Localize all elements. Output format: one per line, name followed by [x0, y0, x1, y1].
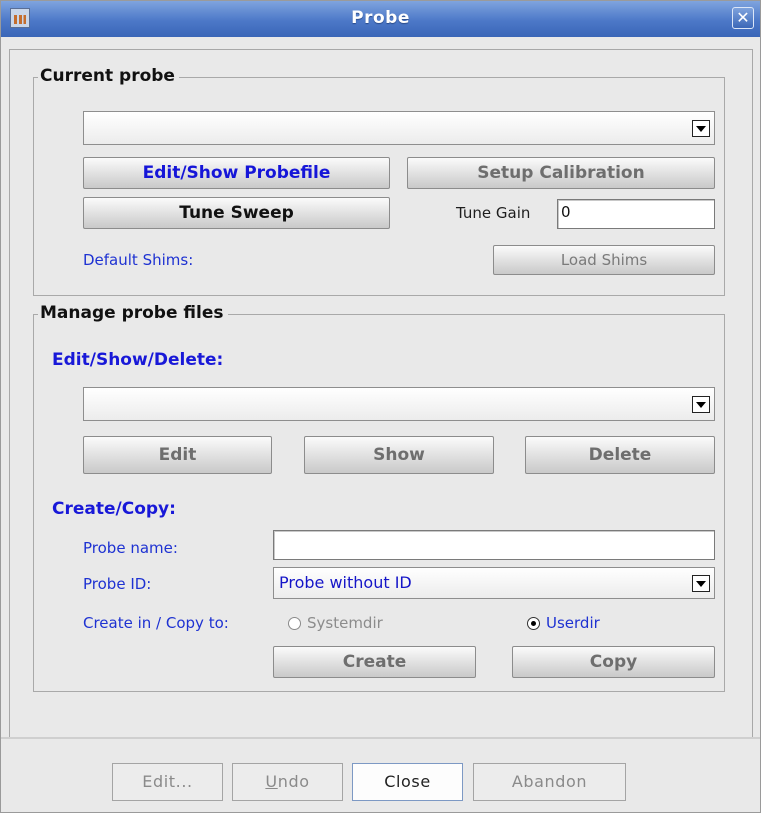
radio-icon [288, 616, 301, 630]
edit-show-delete-heading: Edit/Show/Delete: [52, 350, 224, 370]
chevron-down-icon[interactable] [692, 120, 710, 137]
probe-name-field[interactable] [273, 530, 715, 560]
probe-name-label: Probe name: [83, 539, 178, 557]
edit-button[interactable]: Edit [83, 436, 272, 474]
default-shims-label: Default Shims: [83, 251, 194, 269]
radio-label: Userdir [546, 614, 600, 632]
probe-file-select[interactable] [83, 387, 715, 421]
create-button[interactable]: Create [273, 646, 476, 678]
userdir-radio[interactable]: Userdir [527, 614, 600, 632]
current-probe-select[interactable] [83, 111, 715, 145]
create-copy-heading: Create/Copy: [52, 499, 176, 519]
edit-footer-button[interactable]: Edit... [112, 763, 223, 801]
tune-sweep-button[interactable]: Tune Sweep [83, 197, 390, 229]
load-shims-button[interactable]: Load Shims [493, 245, 715, 275]
edit-show-probefile-button[interactable]: Edit/Show Probefile [83, 157, 390, 189]
manage-probe-files-group: Manage probe files Edit/Show/Delete: Edi… [33, 303, 725, 692]
group-title: Manage probe files [38, 303, 228, 323]
abandon-button[interactable]: Abandon [473, 763, 626, 801]
combo-value: Probe without ID [279, 573, 412, 592]
close-button[interactable]: Close [352, 763, 463, 801]
undo-label: Undo [265, 772, 310, 791]
systemdir-radio[interactable]: Systemdir [288, 614, 383, 632]
radio-label: Systemdir [307, 614, 383, 632]
field-value: 0 [561, 203, 571, 221]
undo-button[interactable]: Undo [232, 763, 343, 801]
probe-id-label: Probe ID: [83, 575, 152, 593]
probe-dialog: Probe ✕ Current probe Edit/Show Probefil… [0, 0, 761, 813]
current-probe-group: Current probe Edit/Show Probefile Setup … [33, 66, 725, 296]
create-in-label: Create in / Copy to: [83, 614, 229, 632]
radio-selected-icon [527, 616, 540, 630]
show-button[interactable]: Show [304, 436, 494, 474]
close-icon[interactable]: ✕ [732, 7, 754, 29]
footer-separator [1, 737, 760, 739]
title-bar: Probe ✕ [1, 1, 760, 37]
copy-button[interactable]: Copy [512, 646, 715, 678]
chevron-down-icon[interactable] [692, 396, 710, 413]
setup-calibration-button[interactable]: Setup Calibration [407, 157, 715, 189]
tune-gain-label: Tune Gain [456, 204, 531, 222]
group-title: Current probe [38, 66, 179, 86]
tune-gain-field[interactable]: 0 [557, 199, 715, 229]
delete-button[interactable]: Delete [525, 436, 715, 474]
probe-id-select[interactable]: Probe without ID [273, 567, 715, 599]
window-title: Probe [351, 8, 410, 28]
chevron-down-icon[interactable] [692, 575, 710, 592]
dialog-content: Current probe Edit/Show Probefile Setup … [9, 49, 753, 738]
